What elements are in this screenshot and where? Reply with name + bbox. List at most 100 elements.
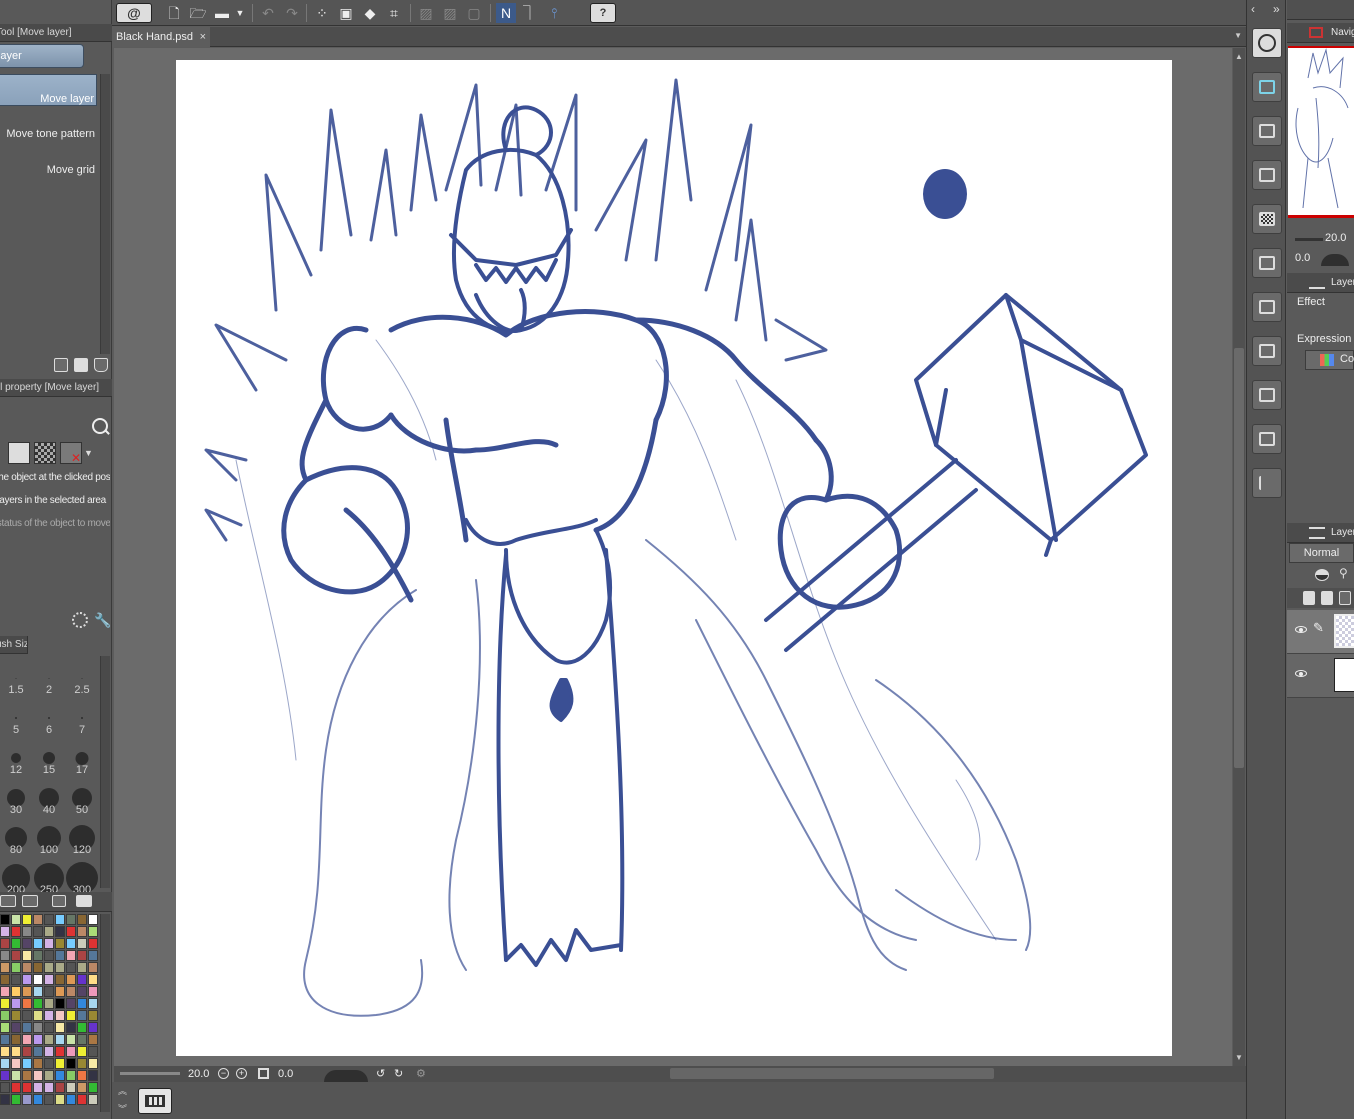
- color-swatch[interactable]: [55, 1094, 65, 1105]
- brush-size-cell[interactable]: 300: [66, 856, 98, 896]
- color-swatch[interactable]: [77, 950, 87, 961]
- rotate-right-icon[interactable]: ↻: [394, 1066, 403, 1082]
- expression-color-select[interactable]: Color: [1305, 350, 1354, 370]
- color-swatch[interactable]: [11, 1094, 21, 1105]
- nav-zoom-value[interactable]: 20.0: [1325, 232, 1346, 244]
- color-swatch[interactable]: [22, 986, 32, 997]
- color-swatch[interactable]: [77, 1010, 87, 1021]
- color-swatch[interactable]: [55, 986, 65, 997]
- color-swatch[interactable]: [22, 1094, 32, 1105]
- subtool-scrollbar[interactable]: [100, 74, 110, 354]
- nav-rotation-value[interactable]: 0.0: [1295, 252, 1310, 264]
- color-swatch[interactable]: [22, 1010, 32, 1021]
- color-swatch[interactable]: [66, 974, 76, 985]
- color-swatch[interactable]: [33, 1022, 43, 1033]
- material-effect-icon[interactable]: [1252, 292, 1282, 322]
- open-file-icon[interactable]: 🗁: [188, 3, 208, 23]
- color-swatch[interactable]: [77, 1046, 87, 1057]
- color-swatch[interactable]: [88, 950, 98, 961]
- color-swatch[interactable]: [33, 926, 43, 937]
- material-tone-icon[interactable]: [1252, 204, 1282, 234]
- color-swatch[interactable]: [55, 1082, 65, 1093]
- color-swatch[interactable]: [55, 1046, 65, 1057]
- brush-size-cell[interactable]: 1.5: [0, 656, 32, 696]
- color-swatch[interactable]: [11, 974, 21, 985]
- color-swatch[interactable]: [55, 974, 65, 985]
- color-swatch[interactable]: [22, 926, 32, 937]
- color-swatch[interactable]: [66, 1022, 76, 1033]
- new-subtool-icon[interactable]: [74, 358, 88, 372]
- palette-tab-icon[interactable]: [0, 895, 16, 907]
- new-vector-layer-icon[interactable]: [1321, 591, 1333, 605]
- wrench-icon[interactable]: 🔧: [94, 612, 111, 629]
- color-swatch[interactable]: [88, 1034, 98, 1045]
- color-swatch[interactable]: [44, 950, 54, 961]
- navigator-preview[interactable]: [1288, 46, 1354, 218]
- material-pattern-icon[interactable]: [1252, 380, 1282, 410]
- expand-right-icon[interactable]: »: [1273, 2, 1280, 16]
- brush-size-cell[interactable]: 2: [33, 656, 65, 696]
- color-swatch[interactable]: [66, 926, 76, 937]
- new-file-icon[interactable]: 🗋: [164, 3, 184, 23]
- scroll-down-icon[interactable]: ▼: [1235, 1053, 1243, 1062]
- brush-size-cell[interactable]: 50: [66, 776, 98, 816]
- color-swatch[interactable]: [44, 986, 54, 997]
- brush-size-cell[interactable]: 100: [33, 816, 65, 856]
- color-swatch[interactable]: [11, 1034, 21, 1045]
- nav-rotation-slider[interactable]: [1321, 254, 1349, 266]
- collapse-up-icon[interactable]: ︽: [118, 1084, 127, 1097]
- zoom-in-icon[interactable]: +: [236, 1068, 247, 1079]
- collapse-left-icon[interactable]: ‹: [1251, 2, 1255, 16]
- fill-icon[interactable]: ◆: [360, 3, 380, 23]
- opacity-icon[interactable]: [1315, 569, 1329, 581]
- collapse-down-icon[interactable]: ︾: [118, 1102, 127, 1115]
- brush-size-cell[interactable]: 30: [0, 776, 32, 816]
- color-swatch[interactable]: [44, 1034, 54, 1045]
- color-swatch[interactable]: [0, 974, 10, 985]
- color-swatch[interactable]: [22, 1046, 32, 1057]
- color-swatch[interactable]: [22, 914, 32, 925]
- color-swatch[interactable]: [66, 1058, 76, 1069]
- material-framing-icon[interactable]: [1252, 248, 1282, 278]
- color-swatch[interactable]: [0, 1034, 10, 1045]
- tab-list-chevron-icon[interactable]: ▼: [1234, 31, 1242, 40]
- blend-mode-select[interactable]: Normal: [1289, 543, 1354, 563]
- color-swatch[interactable]: [44, 914, 54, 925]
- color-swatch[interactable]: [66, 1070, 76, 1081]
- color-swatch[interactable]: [66, 986, 76, 997]
- eye-icon[interactable]: [1295, 626, 1307, 633]
- color-swatch[interactable]: [22, 950, 32, 961]
- color-swatch[interactable]: [33, 1070, 43, 1081]
- color-swatch[interactable]: [55, 926, 65, 937]
- color-swatch[interactable]: [11, 926, 21, 937]
- subtool-move-layer[interactable]: Move layer: [0, 74, 97, 106]
- clip-studio-swirl-icon[interactable]: @: [116, 3, 152, 23]
- color-swatch[interactable]: [55, 1070, 65, 1081]
- snap-special-ruler-icon[interactable]: ⏋: [520, 3, 540, 23]
- color-swatch[interactable]: [55, 1022, 65, 1033]
- color-swatch[interactable]: [88, 1046, 98, 1057]
- color-swatch[interactable]: [0, 1094, 10, 1105]
- color-swatch[interactable]: [88, 1058, 98, 1069]
- brush-size-cell[interactable]: 17: [66, 736, 98, 776]
- color-swatch[interactable]: [33, 950, 43, 961]
- color-swatch[interactable]: [77, 926, 87, 937]
- color-swatch[interactable]: [33, 1082, 43, 1093]
- canvas-vertical-scrollbar[interactable]: ▲ ▼: [1233, 48, 1245, 1066]
- fit-view-icon[interactable]: [258, 1068, 269, 1079]
- color-swatch[interactable]: [33, 914, 43, 925]
- color-swatch[interactable]: [11, 938, 21, 949]
- color-swatch[interactable]: [77, 938, 87, 949]
- color-set-palette[interactable]: [0, 914, 98, 1112]
- color-swatch[interactable]: [77, 1022, 87, 1033]
- color-swatch[interactable]: [0, 914, 10, 925]
- brush-size-cell[interactable]: 40: [33, 776, 65, 816]
- color-swatch[interactable]: [77, 1058, 87, 1069]
- brush-size-cell[interactable]: 80: [0, 816, 32, 856]
- color-swatch[interactable]: [33, 938, 43, 949]
- color-swatch[interactable]: [22, 962, 32, 973]
- color-swatch[interactable]: [88, 926, 98, 937]
- color-swatch[interactable]: [55, 938, 65, 949]
- snap-ruler-icon[interactable]: N: [496, 3, 516, 23]
- color-swatch[interactable]: [88, 914, 98, 925]
